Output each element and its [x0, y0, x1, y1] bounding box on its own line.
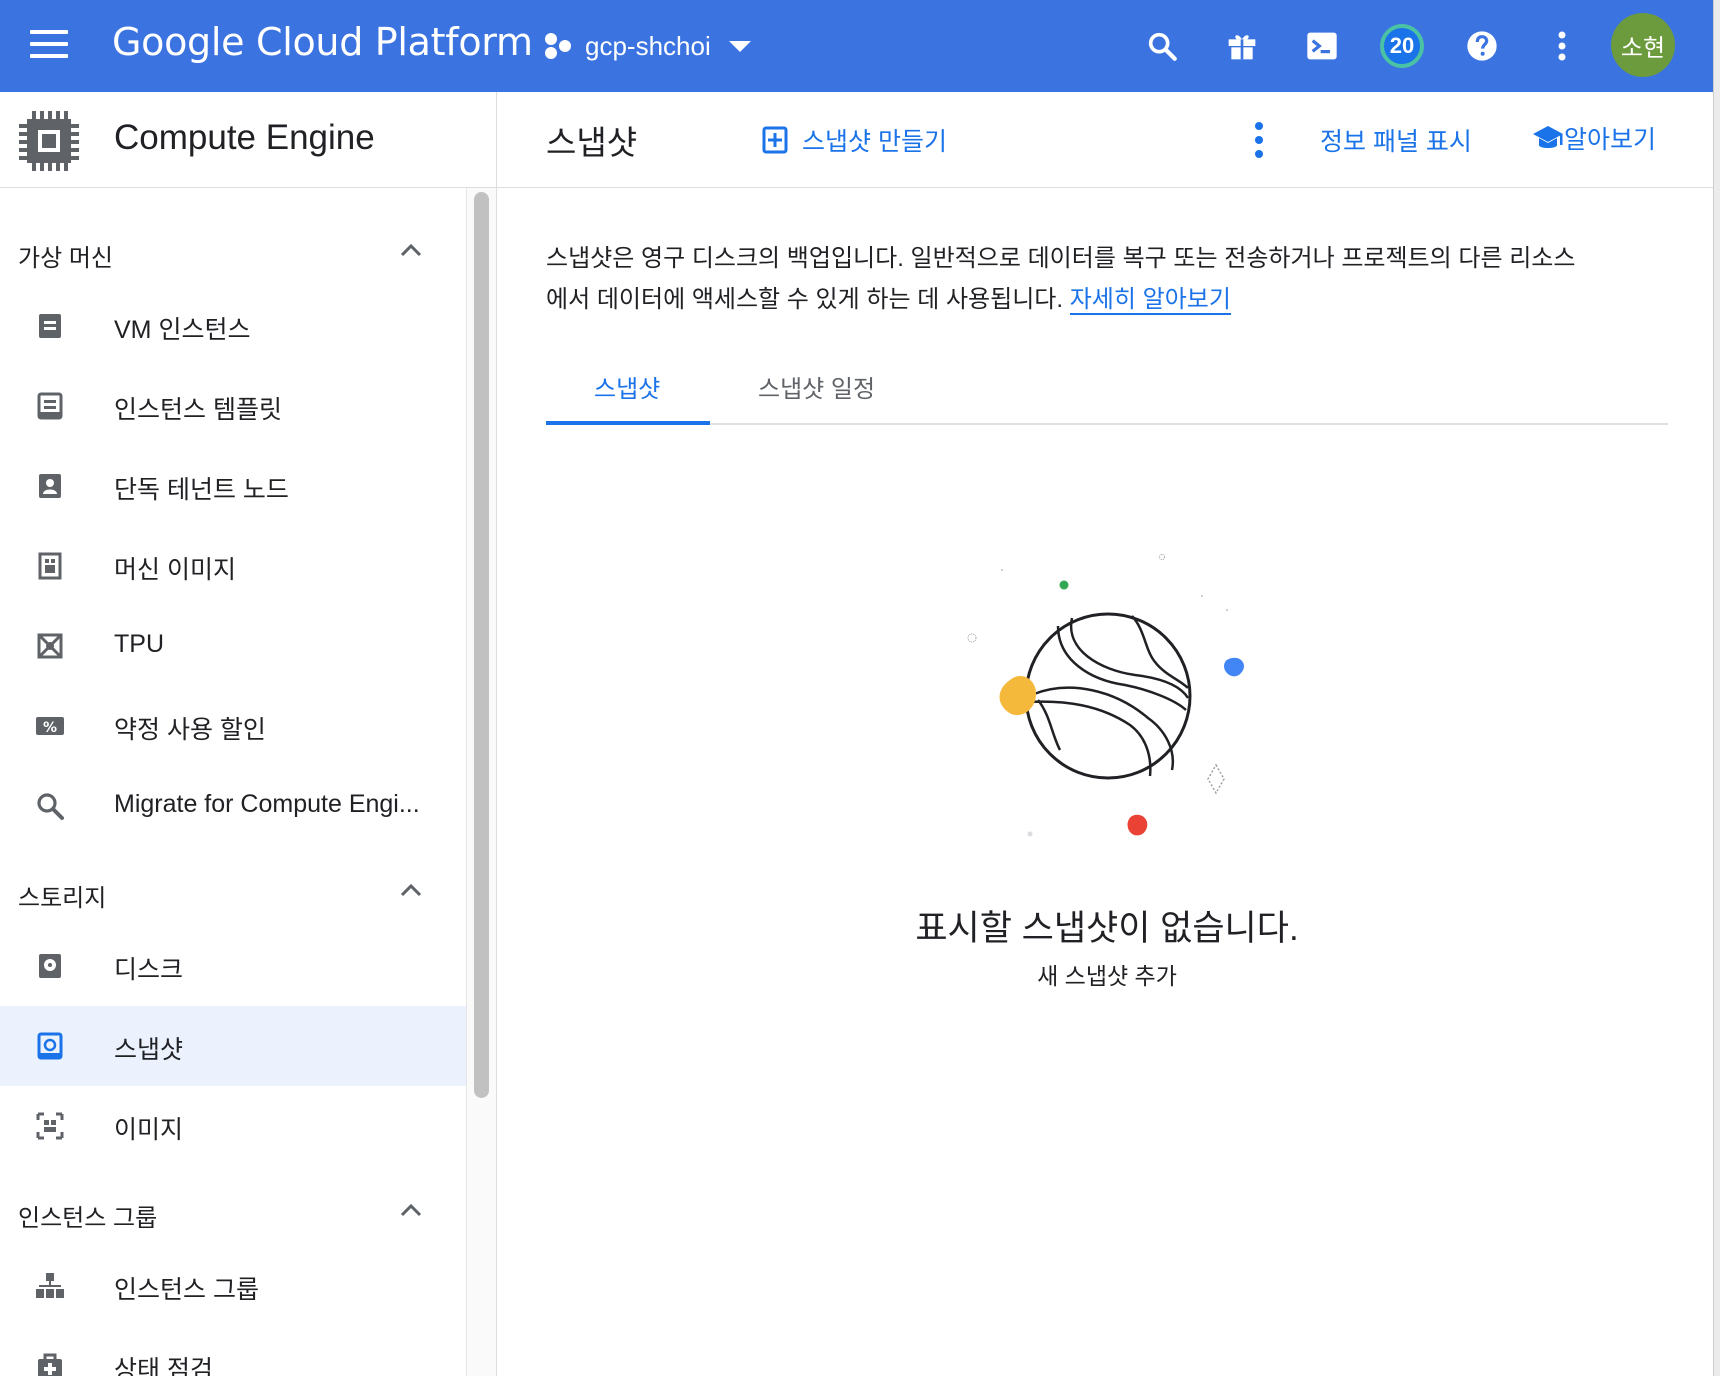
add-box-icon	[762, 126, 788, 154]
sidebar-item-label: Migrate for Compute Engi...	[114, 790, 420, 818]
help-icon[interactable]	[1458, 22, 1506, 70]
sidebar-item-label: 상태 점검	[114, 1356, 213, 1376]
create-snapshot-button[interactable]: 스냅샷 만들기	[762, 122, 947, 158]
tpu-icon	[37, 633, 63, 659]
sidebar-item-label: 인스턴스 템플릿	[114, 396, 282, 424]
sidebar-nav: 가상 머신 VM 인스턴스 인스턴스 템플릿 단독 테넌트 노드 머신 이미지 …	[0, 188, 497, 1376]
description-text: 스냅샷은 영구 디스크의 백업입니다. 일반적으로 데이터를 복구 또는 전송하…	[546, 245, 1576, 313]
learn-label: 알아보기	[1564, 126, 1657, 154]
tab-snapshots[interactable]: 스냅샷	[594, 369, 660, 404]
sidebar-item-snapshots[interactable]: 스냅샷	[0, 1006, 466, 1086]
sidebar-item-vm-instances[interactable]: VM 인스턴스	[0, 286, 466, 366]
sidebar-item-label: 이미지	[114, 1116, 184, 1144]
page-description: 스냅샷은 영구 디스크의 백업입니다. 일반적으로 데이터를 복구 또는 전송하…	[546, 238, 1596, 320]
show-info-panel-button[interactable]: 정보 패널 표시	[1320, 122, 1472, 158]
sidebar-item-instance-templates[interactable]: 인스턴스 템플릿	[0, 366, 466, 446]
tab-bar: 스냅샷 스냅샷 일정	[546, 355, 1668, 425]
instance-group-icon	[36, 1273, 64, 1298]
active-tab-indicator	[546, 421, 710, 425]
scrollbar-thumb[interactable]	[474, 192, 489, 1098]
sidebar-item-instance-groups[interactable]: 인스턴스 그룹	[0, 1246, 466, 1326]
empty-state-title: 표시할 스냅샷이 없습니다.	[915, 909, 1299, 948]
machine-image-icon	[38, 552, 62, 580]
image-icon	[36, 1112, 64, 1140]
sidebar-item-migrate[interactable]: Migrate for Compute Engi...	[0, 766, 466, 846]
notifications-badge[interactable]: 20	[1378, 22, 1426, 70]
sidebar-item-label: VM 인스턴스	[114, 316, 251, 344]
sidebar-item-health-checks[interactable]: 상태 점검	[0, 1326, 466, 1376]
instance-template-icon	[37, 392, 63, 420]
project-selector[interactable]: gcp-shchoi	[543, 26, 751, 66]
brand-title[interactable]: Google Cloud Platform	[112, 20, 533, 64]
section-label: 스토리지	[18, 885, 107, 912]
chevron-up-icon	[400, 883, 422, 897]
page-title: 스냅샷	[546, 124, 638, 161]
top-app-bar: Google Cloud Platform gcp-shchoi 20 소현	[0, 0, 1713, 92]
svg-text:%: %	[43, 720, 57, 736]
sidebar-item-images[interactable]: 이미지	[0, 1086, 466, 1166]
avatar[interactable]: 소현	[1611, 13, 1675, 77]
sidebar-item-label: 디스크	[114, 956, 184, 984]
search-icon	[37, 793, 64, 820]
project-icon	[545, 33, 571, 59]
vm-instance-icon	[39, 314, 61, 338]
empty-state-illustration	[967, 554, 1245, 837]
snapshot-icon	[37, 1032, 63, 1060]
sidebar-item-sole-tenant-nodes[interactable]: 단독 테넌트 노드	[0, 446, 466, 526]
chevron-down-icon	[728, 40, 751, 52]
sidebar-item-tpu[interactable]: TPU	[0, 606, 466, 686]
search-icon[interactable]	[1138, 22, 1186, 70]
empty-state-subtitle: 새 스냅샷 추가	[1037, 963, 1177, 989]
sidebar-item-machine-images[interactable]: 머신 이미지	[0, 526, 466, 606]
project-name: gcp-shchoi	[585, 30, 711, 61]
sidebar-item-label: 스냅샷	[114, 1036, 184, 1064]
chevron-up-icon	[400, 243, 422, 257]
gift-icon[interactable]	[1218, 22, 1266, 70]
section-label: 가상 머신	[18, 245, 113, 272]
tab-snapshot-schedules[interactable]: 스냅샷 일정	[758, 369, 875, 404]
window-edge	[1713, 0, 1720, 1376]
product-title: Compute Engine	[114, 118, 375, 157]
menu-icon[interactable]	[30, 30, 68, 60]
section-virtual-machines[interactable]: 가상 머신	[0, 216, 466, 286]
school-icon	[1533, 126, 1563, 148]
sole-tenant-icon	[39, 474, 61, 498]
more-vert-icon[interactable]	[1249, 120, 1269, 160]
sidebar-item-disks[interactable]: 디스크	[0, 926, 466, 1006]
create-snapshot-label: 스냅샷 만들기	[802, 128, 947, 156]
section-storage[interactable]: 스토리지	[0, 856, 466, 926]
sidebar-item-label: 인스턴스 그룹	[114, 1276, 259, 1304]
learn-more-link[interactable]: 자세히 알아보기	[1069, 286, 1231, 315]
sidebar-item-label: 약정 사용 할인	[114, 716, 266, 744]
sidebar-item-label: 단독 테넌트 노드	[114, 476, 289, 504]
product-header: Compute Engine	[0, 92, 497, 188]
notifications-count: 20	[1380, 24, 1424, 68]
chevron-up-icon	[400, 1203, 422, 1217]
sidebar-item-label: 머신 이미지	[114, 556, 236, 584]
percent-icon: %	[36, 717, 64, 736]
section-label: 인스턴스 그룹	[18, 1205, 158, 1232]
chip-icon	[19, 111, 79, 171]
sidebar-item-label: TPU	[114, 630, 164, 658]
disk-icon	[39, 954, 61, 978]
page-header: 스냅샷 스냅샷 만들기 정보 패널 표시 알아보기	[497, 92, 1713, 188]
more-vert-icon[interactable]	[1538, 22, 1586, 70]
learn-button[interactable]: 알아보기	[1532, 120, 1656, 156]
health-check-icon	[38, 1353, 62, 1376]
section-instance-groups[interactable]: 인스턴스 그룹	[0, 1176, 466, 1246]
sidebar-item-committed-use[interactable]: % 약정 사용 할인	[0, 686, 466, 766]
cloud-shell-icon[interactable]	[1298, 22, 1346, 70]
